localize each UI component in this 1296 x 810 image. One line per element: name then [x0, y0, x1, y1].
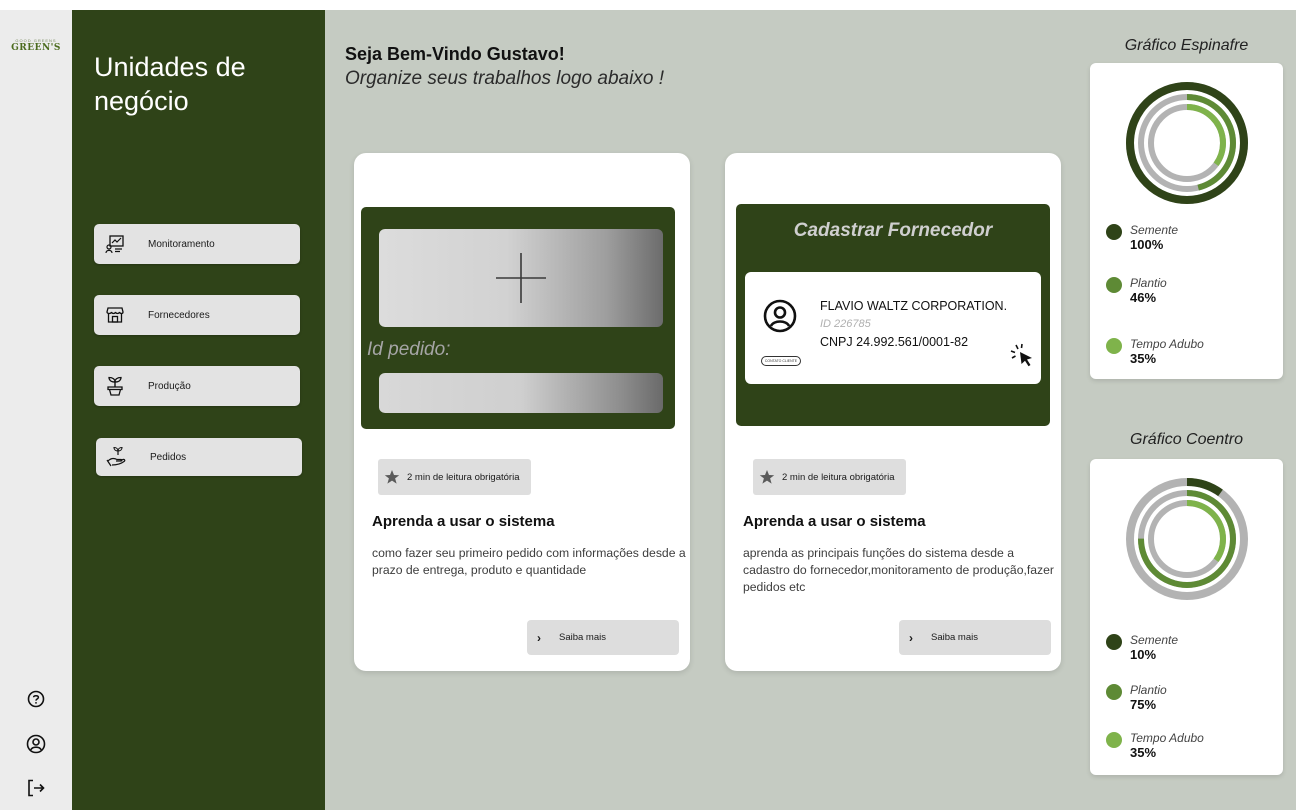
chevron-right-icon: ›	[909, 630, 913, 645]
card-description: como fazer seu primeiro pedido com infor…	[372, 546, 686, 577]
sidebar-item-label: Monitoramento	[148, 238, 215, 250]
icon-rail: GOOD GREENS GREEN'S	[0, 10, 72, 810]
supplier-id: ID 226785	[820, 318, 871, 330]
supplier-name: FLAVIO WALTZ CORPORATION.	[820, 299, 1008, 313]
star-icon	[384, 470, 400, 484]
card-title: Aprenda a usar o sistema	[743, 513, 926, 530]
legend-item: Tempo Adubo 35%	[1106, 731, 1204, 760]
legend-value: 75%	[1130, 697, 1157, 712]
progress-rings-chart	[1126, 478, 1248, 600]
sidebar-item-producao[interactable]: Produção	[94, 366, 300, 406]
supplier-register-preview: Cadastrar Fornecedor CONTATO CLIENTE FLA…	[736, 204, 1050, 426]
click-cursor-icon	[1010, 343, 1032, 367]
supplier-card[interactable]: CONTATO CLIENTE FLAVIO WALTZ CORPORATION…	[745, 272, 1041, 384]
welcome-subtitle: Organize seus trabalhos logo abaixo !	[345, 68, 664, 89]
hand-plant-icon	[106, 446, 128, 468]
legend-item: Tempo Adubo 35%	[1106, 337, 1204, 366]
legend-dot	[1106, 634, 1122, 650]
legend-name: Tempo Adubo	[1130, 337, 1204, 351]
brand-name: GREEN'S	[11, 43, 61, 53]
tutorial-card-orders: Id pedido: 2 min de leitura obrigatória …	[354, 153, 690, 671]
logout-icon[interactable]	[22, 774, 50, 802]
supplier-cnpj: CNPJ 24.992.561/0001-82	[820, 335, 969, 349]
legend-value: 46%	[1130, 290, 1157, 305]
new-order-preview: Id pedido:	[361, 207, 675, 429]
learn-more-label: Saiba mais	[931, 632, 978, 643]
legend-value: 100%	[1130, 237, 1164, 252]
order-id-input[interactable]	[379, 373, 663, 413]
supplier-contact-tag[interactable]: CONTATO CLIENTE	[761, 356, 801, 366]
ring-track	[1126, 478, 1248, 600]
supplier-register-title: Cadastrar Fornecedor	[793, 220, 993, 241]
welcome-heading: Seja Bem-Vindo Gustavo!	[345, 44, 565, 64]
sidebar-item-pedidos[interactable]: Pedidos	[96, 438, 302, 476]
sidebar-item-label: Fornecedores	[148, 309, 210, 321]
chart-card-spinach: Semente 100% Plantio 46% Tempo Adubo 35%	[1090, 63, 1283, 379]
store-icon	[104, 304, 126, 326]
app-root: GOOD GREENS GREEN'S Unidades de negócio …	[0, 10, 1296, 810]
legend-dot	[1106, 684, 1122, 700]
card-description: aprenda as principais funções do sistema…	[743, 546, 1054, 594]
learn-more-button[interactable]: › Saiba mais	[899, 620, 1051, 655]
legend-name: Semente	[1130, 223, 1179, 237]
progress-rings-chart	[1126, 82, 1248, 204]
legend-name: Plantio	[1130, 276, 1167, 290]
legend-dot	[1106, 338, 1122, 354]
chart-card-coriander: Semente 10% Plantio 75% Tempo Adubo 35%	[1090, 459, 1283, 775]
user-avatar-icon	[763, 299, 797, 333]
tutorial-card-suppliers: Cadastrar Fornecedor CONTATO CLIENTE FLA…	[725, 153, 1061, 671]
brand-logo[interactable]: GOOD GREENS GREEN'S	[6, 38, 66, 53]
reading-time-badge: 2 min de leitura obrigatória	[753, 459, 907, 495]
monitoring-icon	[104, 233, 126, 255]
learn-more-label: Saiba mais	[559, 632, 606, 643]
legend-dot	[1106, 224, 1122, 240]
learn-more-button[interactable]: › Saiba mais	[527, 620, 679, 655]
legend-name: Plantio	[1130, 683, 1167, 697]
sidebar-title: Unidades de negócio	[94, 52, 246, 116]
reading-time-text: 2 min de leitura obrigatória	[407, 471, 520, 483]
reading-time-text: 2 min de leitura obrigatória	[782, 471, 895, 483]
plant-pot-icon	[104, 375, 126, 397]
sidebar: Unidades de negócio Monitoramento Fornec…	[72, 10, 325, 810]
legend-item: Plantio 46%	[1106, 276, 1167, 305]
legend-name: Tempo Adubo	[1130, 731, 1204, 745]
order-id-label: Id pedido:	[367, 339, 451, 360]
sidebar-item-monitoramento[interactable]: Monitoramento	[94, 224, 300, 264]
legend-value: 35%	[1130, 351, 1157, 366]
add-order-area[interactable]	[379, 229, 663, 327]
ring-progress	[1126, 82, 1248, 204]
legend-item: Plantio 75%	[1106, 683, 1167, 712]
legend-value: 35%	[1130, 745, 1157, 760]
chart-title: Gráfico Espinafre	[1124, 37, 1249, 54]
sidebar-item-fornecedores[interactable]: Fornecedores	[94, 295, 300, 335]
legend-item: Semente 100%	[1106, 223, 1178, 252]
user-icon[interactable]	[22, 730, 50, 758]
card-title: Aprenda a usar o sistema	[372, 513, 555, 530]
chart-title: Gráfico Coentro	[1130, 431, 1243, 448]
chevron-right-icon: ›	[537, 630, 541, 645]
star-icon	[759, 470, 775, 484]
help-icon[interactable]	[22, 685, 50, 713]
legend-name: Semente	[1130, 633, 1179, 647]
sidebar-item-label: Produção	[148, 380, 191, 392]
legend-item: Semente 10%	[1106, 633, 1178, 662]
sidebar-item-label: Pedidos	[150, 451, 187, 463]
legend-value: 10%	[1130, 647, 1157, 662]
plus-icon	[496, 253, 546, 303]
legend-dot	[1106, 277, 1122, 293]
reading-time-badge: 2 min de leitura obrigatória	[378, 459, 532, 495]
legend-dot	[1106, 732, 1122, 748]
